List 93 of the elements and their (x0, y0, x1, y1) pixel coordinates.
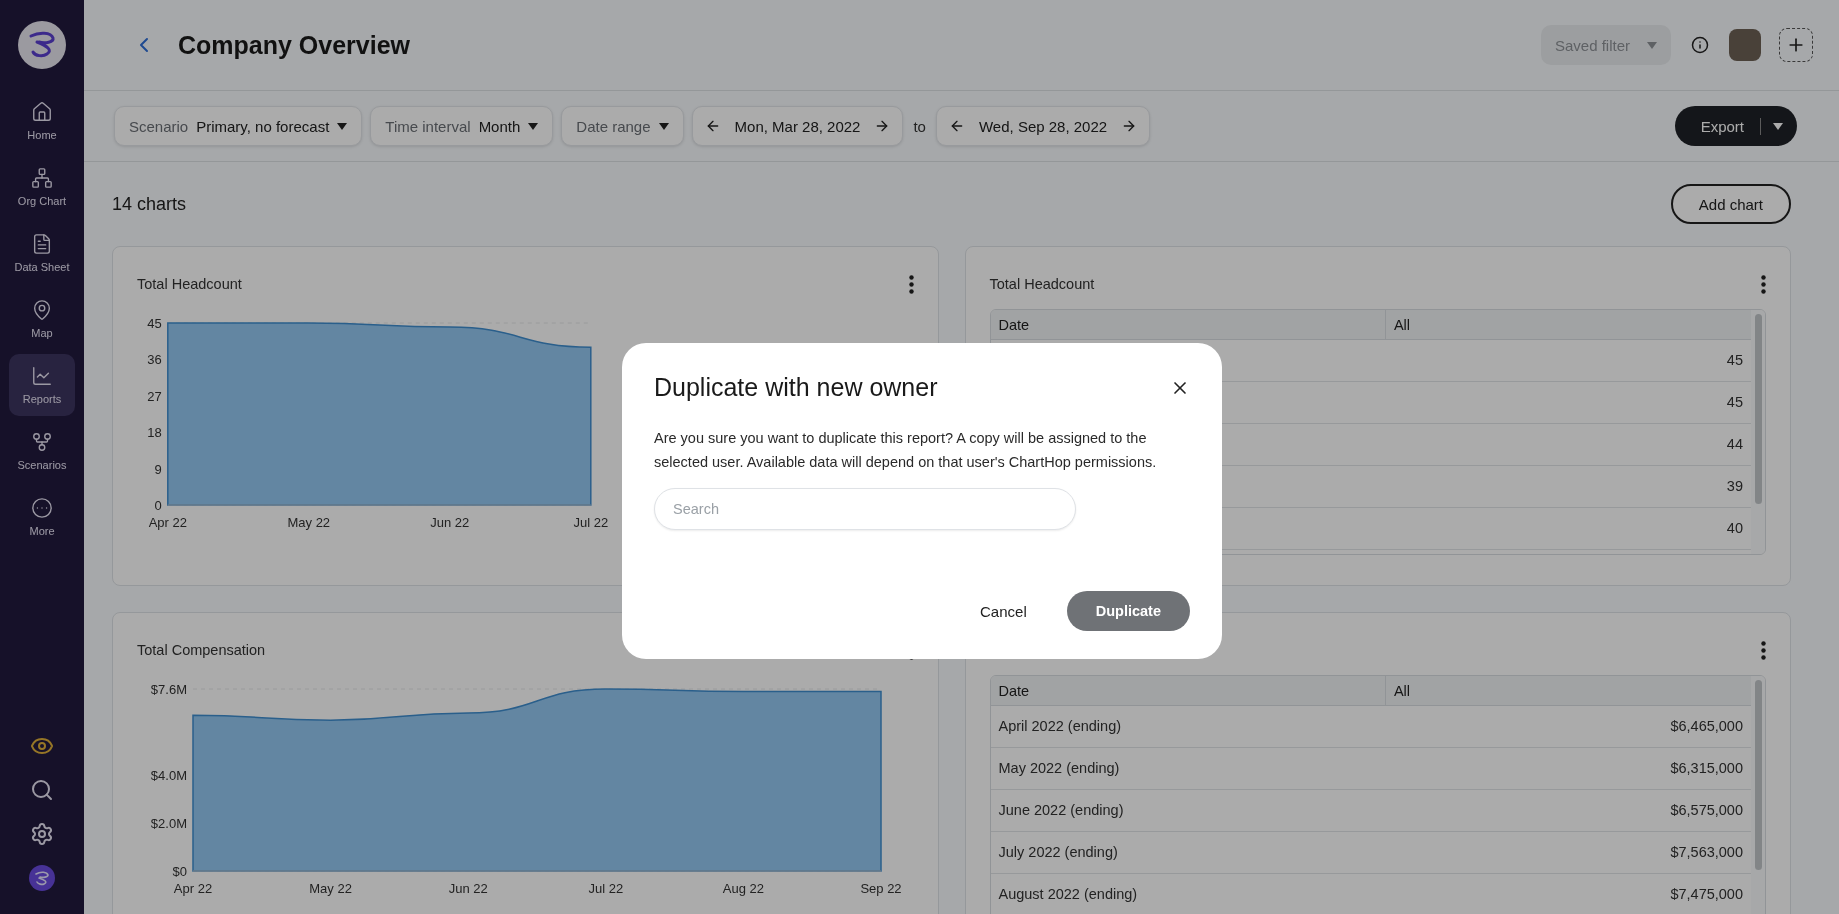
x-tick-label: Jun 22 (448, 881, 488, 896)
card-title: Total Headcount (137, 276, 242, 292)
search-field[interactable]: Search (654, 488, 1076, 530)
logo-icon[interactable] (17, 20, 67, 70)
x-tick-label: Apr 22 (148, 515, 187, 530)
table-cell-text: 45 (1725, 393, 1744, 412)
scrollbar[interactable] (1754, 680, 1762, 870)
more-menu-button[interactable] (908, 274, 914, 294)
filter-dropdown[interactable]: Scenario Primary, no forecast (114, 106, 363, 146)
table-cell-text: 39 (1725, 477, 1744, 496)
caret-icon (528, 122, 539, 130)
nav-item[interactable]: Data Sheet (9, 222, 75, 284)
info-button[interactable] (1689, 34, 1711, 56)
document-icon (31, 233, 53, 255)
x-tick-label: Jun 22 (430, 515, 470, 530)
table-cell-text: May 2022 (ending) (997, 759, 1121, 778)
table-cell-text: $7,475,000 (1669, 885, 1744, 904)
settings-icon[interactable] (30, 822, 54, 846)
more-menu-button[interactable] (1761, 274, 1766, 294)
caret-icon (1773, 122, 1783, 130)
x-tick-label: Jul 22 (588, 881, 624, 896)
search-icon[interactable] (30, 778, 54, 802)
nav-item[interactable]: Reports (9, 354, 75, 416)
date-picker[interactable]: Mon, Mar 28, 2022 (691, 106, 904, 146)
column-header: Date (990, 676, 1386, 706)
dialog-message: Are you sure you want to duplicate this report? A copy will be assigned to the selected user. Available data will depend on that user's ChartHop permissions. (654, 429, 1158, 472)
nav-item[interactable]: Scenarios (9, 420, 75, 482)
to-label: to (912, 117, 927, 135)
more-icon (31, 497, 53, 519)
date-picker[interactable]: Wed, Sep 28, 2022 (935, 106, 1151, 146)
table-cell-text: 45 (1725, 351, 1744, 370)
nav-item[interactable]: More (9, 486, 75, 548)
kebab-icon (1761, 640, 1766, 660)
date-text: Mon, Mar 28, 2022 (733, 117, 862, 135)
nav-item[interactable]: Map (9, 288, 75, 350)
avatar[interactable] (1729, 29, 1761, 61)
table-cell-text: $6,315,000 (1669, 759, 1744, 778)
column-header: Date (990, 310, 1386, 340)
card-title: Total Headcount (989, 276, 1095, 292)
y-tick-label: $0 (172, 864, 187, 879)
caret-icon (337, 122, 348, 130)
more-menu-button[interactable] (1761, 640, 1766, 660)
nav-item[interactable]: Org Chart (9, 156, 75, 218)
card-title: Total Compensation (137, 642, 266, 658)
y-tick-label: 0 (154, 498, 162, 513)
page-title: Company Overview (178, 30, 412, 60)
caret-icon (658, 122, 669, 130)
x-tick-label: Sep 22 (860, 881, 902, 896)
y-tick-label: 36 (147, 352, 162, 368)
table-cell-text: 40 (1725, 519, 1744, 538)
caret-icon (1647, 41, 1657, 49)
x-tick-label: Aug 22 (722, 881, 764, 896)
table-cell-text: June 2022 (ending) (997, 801, 1125, 820)
kebab-icon (908, 274, 914, 294)
branch-icon (31, 431, 53, 453)
x-tick-label: Jul 22 (573, 515, 609, 530)
logo-icon[interactable] (29, 865, 55, 891)
table-cell-text: 44 (1725, 435, 1744, 454)
x-tick-label: May 22 (309, 881, 352, 896)
chart-count: 14 charts (112, 193, 187, 215)
x-tick-label: May 22 (287, 515, 331, 530)
y-tick-label: 27 (147, 388, 162, 404)
export-button[interactable]: Export (1674, 106, 1797, 146)
add-button[interactable] (1779, 28, 1813, 62)
y-tick-label: 45 (147, 316, 162, 331)
column-header: All (1392, 316, 1412, 335)
table-cell-text: $6,465,000 (1669, 717, 1744, 736)
x-tick-label: Apr 22 (173, 881, 213, 896)
y-tick-label: 18 (147, 425, 162, 441)
chart-icon (31, 365, 53, 387)
column-header: All (1392, 682, 1412, 701)
home-icon (31, 101, 53, 123)
filter-dropdown[interactable]: Time interval Month (370, 106, 554, 146)
table-cell-text: April 2022 (ending) (997, 717, 1123, 736)
table-cell-text: $7,563,000 (1669, 843, 1744, 862)
cancel-button[interactable]: Cancel (970, 594, 1037, 628)
date-text: Wed, Sep 28, 2022 (977, 117, 1109, 135)
info-icon (1691, 36, 1709, 54)
scrollbar[interactable] (1754, 314, 1762, 504)
y-tick-label: 9 (154, 461, 162, 477)
kebab-icon (1761, 274, 1766, 294)
table-cell-text: July 2022 (ending) (997, 843, 1119, 862)
map-pin-icon (31, 299, 53, 321)
y-tick-label: $4.0M (150, 768, 187, 784)
table-cell-text: August 2022 (ending) (997, 885, 1139, 904)
add-chart-button[interactable]: Add chart (1670, 184, 1791, 224)
y-tick-label: $2.0M (150, 816, 187, 832)
hierarchy-icon (31, 167, 53, 189)
dialog-title: Duplicate with new owner (654, 373, 938, 402)
y-tick-label: $7.6M (150, 682, 187, 697)
table-cell-text: $6,575,000 (1669, 801, 1744, 820)
filter-dropdown[interactable]: Date range (561, 106, 684, 146)
nav-item[interactable]: Home (9, 90, 75, 152)
